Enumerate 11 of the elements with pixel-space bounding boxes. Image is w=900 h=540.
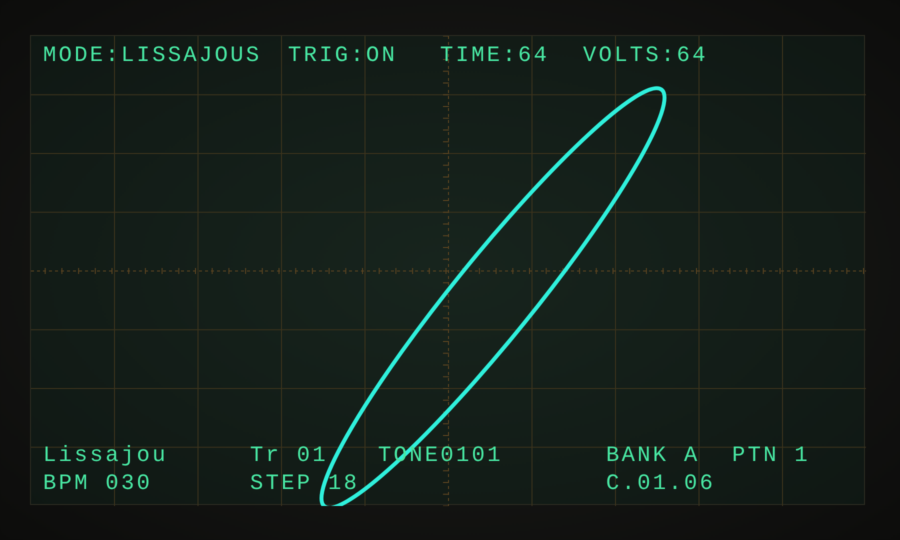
track-readout: Tr 01: [250, 442, 330, 470]
bpm-readout: BPM 030: [43, 470, 154, 498]
time-readout: TIME:64: [440, 42, 550, 70]
position-readout: C.01.06: [606, 470, 716, 498]
step-readout: STEP 18: [250, 470, 360, 498]
patch-name: Lissajou: [43, 442, 169, 470]
trigger-readout: TRIG:ON: [288, 42, 398, 70]
volts-readout: VOLTS:64: [583, 42, 709, 70]
mode-readout: MODE:LISSAJOUS: [43, 42, 262, 70]
pattern-readout: PTN 1: [732, 442, 812, 470]
bank-readout: BANK A: [606, 442, 701, 470]
